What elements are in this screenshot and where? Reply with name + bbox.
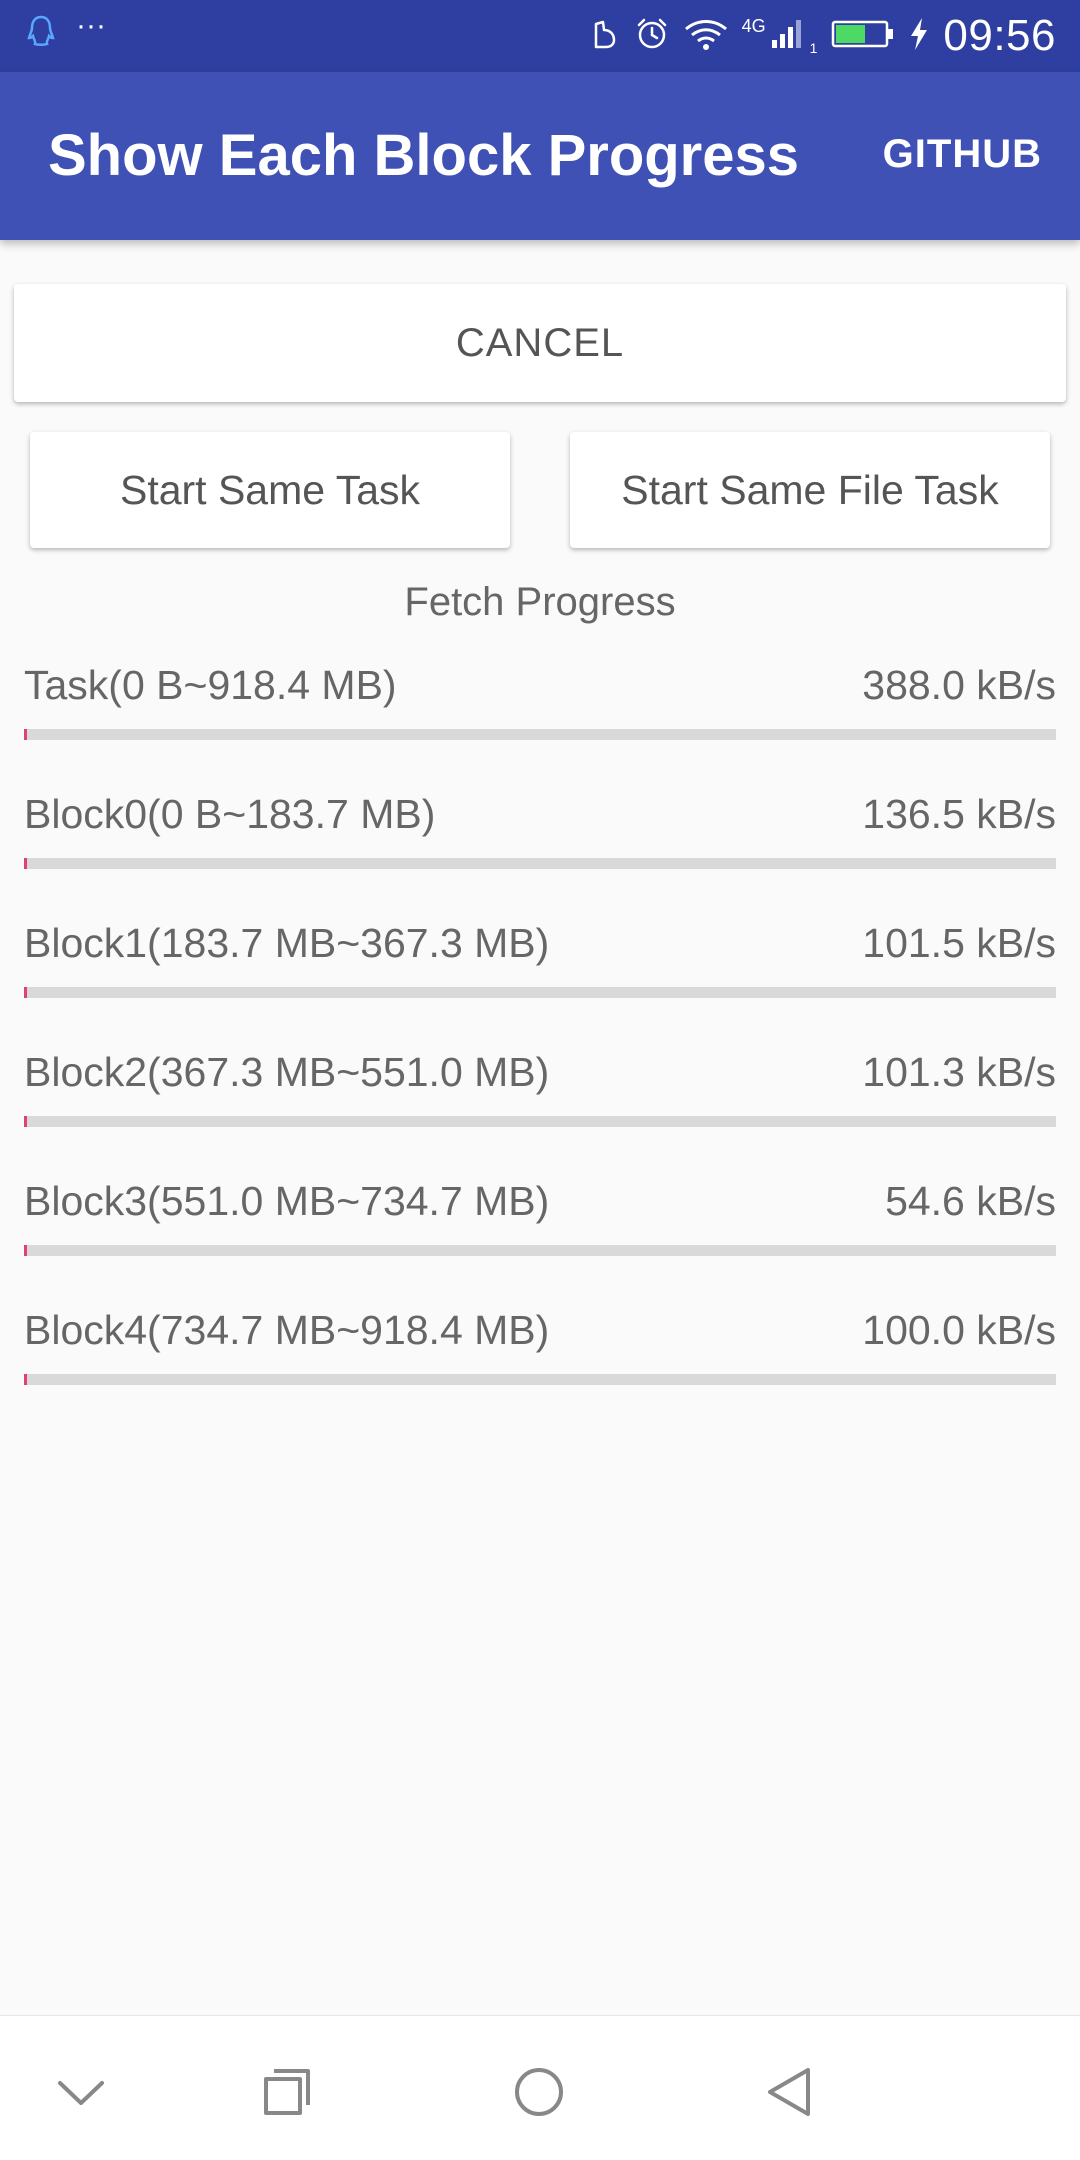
recents-icon[interactable]: [242, 2052, 332, 2132]
progress-speed: 101.5 kB/s: [862, 920, 1056, 966]
navigation-bar: [0, 2015, 1080, 2160]
progress-speed: 101.3 kB/s: [862, 1049, 1056, 1095]
block-progress-row: Block1(183.7 MB~367.3 MB) 101.5 kB/s: [24, 910, 1056, 1039]
notification-icon: [590, 18, 620, 55]
github-button[interactable]: GITHUB: [883, 132, 1042, 177]
progress-speed: 54.6 kB/s: [885, 1178, 1056, 1224]
progress-label: Block3(551.0 MB~734.7 MB): [24, 1178, 550, 1224]
block-progress-row: Block0(0 B~183.7 MB) 136.5 kB/s: [24, 781, 1056, 910]
status-bar: ··· 4G 1 09:56: [0, 0, 1080, 72]
progress-bar: [24, 858, 1056, 869]
signal-icon: [770, 18, 806, 55]
progress-list: Task(0 B~918.4 MB) 388.0 kB/s Block0(0 B…: [24, 652, 1056, 1426]
progress-bar: [24, 1116, 1056, 1127]
progress-bar: [24, 1245, 1056, 1256]
back-icon[interactable]: [744, 2052, 834, 2132]
progress-speed: 100.0 kB/s: [862, 1307, 1056, 1353]
app-bar: Show Each Block Progress GITHUB: [0, 72, 1080, 240]
task-progress-row: Task(0 B~918.4 MB) 388.0 kB/s: [24, 652, 1056, 781]
sim-slot-label: 1: [809, 40, 818, 56]
battery-icon: [831, 19, 895, 54]
fetch-progress-title: Fetch Progress: [404, 580, 676, 624]
progress-label: Block2(367.3 MB~551.0 MB): [24, 1049, 550, 1095]
block-progress-row: Block2(367.3 MB~551.0 MB) 101.3 kB/s: [24, 1039, 1056, 1168]
progress-bar: [24, 987, 1056, 998]
progress-label: Block1(183.7 MB~367.3 MB): [24, 920, 550, 966]
alarm-icon: [634, 16, 670, 57]
more-dots-icon: ···: [76, 8, 106, 42]
block-progress-row: Block4(734.7 MB~918.4 MB) 100.0 kB/s: [24, 1297, 1056, 1426]
home-icon[interactable]: [494, 2052, 584, 2132]
wifi-icon: [684, 17, 728, 56]
status-left: ···: [26, 8, 106, 53]
progress-bar: [24, 729, 1056, 740]
start-same-file-task-button[interactable]: Start Same File Task: [570, 432, 1050, 548]
status-right: 4G 1 09:56: [590, 8, 1056, 64]
progress-fill: [24, 987, 28, 998]
progress-fill: [24, 1116, 28, 1127]
progress-fill: [24, 1374, 28, 1385]
progress-speed: 136.5 kB/s: [862, 791, 1056, 837]
start-same-task-button[interactable]: Start Same Task: [30, 432, 510, 548]
progress-fill: [24, 729, 28, 740]
progress-speed: 388.0 kB/s: [862, 662, 1056, 708]
progress-fill: [24, 858, 28, 869]
progress-label: Block0(0 B~183.7 MB): [24, 791, 436, 837]
charging-icon: [909, 17, 929, 56]
chevron-down-icon[interactable]: [36, 2052, 126, 2132]
progress-label: Block4(734.7 MB~918.4 MB): [24, 1307, 550, 1353]
progress-label: Task(0 B~918.4 MB): [24, 662, 397, 708]
block-progress-row: Block3(551.0 MB~734.7 MB) 54.6 kB/s: [24, 1168, 1056, 1297]
progress-bar: [24, 1374, 1056, 1385]
cancel-button[interactable]: CANCEL: [14, 284, 1066, 402]
network-type-label: 4G: [741, 15, 766, 36]
qq-icon: [26, 14, 56, 53]
page-title: Show Each Block Progress: [48, 123, 800, 188]
status-time: 09:56: [943, 11, 1056, 60]
progress-fill: [24, 1245, 28, 1256]
